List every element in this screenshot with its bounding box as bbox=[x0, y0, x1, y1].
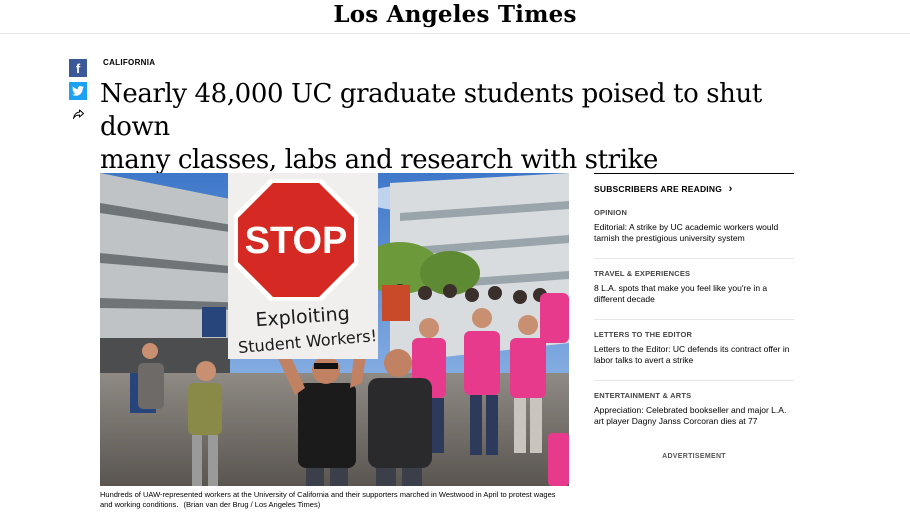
share-button[interactable] bbox=[69, 105, 87, 123]
rail-item: ENTERTAINMENT & ARTS Appreciation: Celeb… bbox=[594, 381, 794, 442]
section-label[interactable]: CALIFORNIA bbox=[103, 58, 155, 67]
rail-item: TRAVEL & EXPERIENCES 8 L.A. spots that m… bbox=[594, 259, 794, 320]
rail-item-category[interactable]: OPINION bbox=[594, 208, 794, 217]
twitter-icon bbox=[72, 86, 84, 96]
subscribers-reading-rail: SUBSCRIBERS ARE READING › OPINION Editor… bbox=[594, 173, 794, 442]
sign-stop-text: STOP bbox=[245, 220, 348, 262]
rail-item-category[interactable]: LETTERS TO THE EDITOR bbox=[594, 330, 794, 339]
rail-item-category[interactable]: TRAVEL & EXPERIENCES bbox=[594, 269, 794, 278]
share-arrow-icon bbox=[72, 109, 84, 119]
rail-item-title[interactable]: Letters to the Editor: UC defends its co… bbox=[594, 344, 794, 366]
rail-item-category[interactable]: ENTERTAINMENT & ARTS bbox=[594, 391, 794, 400]
site-logo[interactable]: Los Angeles Times bbox=[333, 1, 576, 28]
photo-caption: Hundreds of UAW-represented workers at t… bbox=[100, 490, 570, 510]
chevron-right-icon: › bbox=[728, 183, 733, 195]
masthead: Los Angeles Times bbox=[0, 0, 910, 34]
caption-text: Hundreds of UAW-represented workers at t… bbox=[100, 490, 556, 509]
article-photo[interactable]: STOP Exploiting Student Workers! bbox=[100, 173, 569, 486]
headline-line-2: many classes, labs and research with str… bbox=[100, 145, 658, 175]
article-headline: Nearly 48,000 UC graduate students poise… bbox=[100, 78, 800, 177]
photo-credit: (Brian van der Brug / Los Angeles Times) bbox=[183, 500, 321, 509]
facebook-icon: f bbox=[75, 60, 81, 76]
rail-item-title[interactable]: 8 L.A. spots that make you feel like you… bbox=[594, 283, 794, 305]
rail-header[interactable]: SUBSCRIBERS ARE READING › bbox=[594, 173, 794, 198]
rail-item: LETTERS TO THE EDITOR Letters to the Edi… bbox=[594, 320, 794, 381]
rail-item: OPINION Editorial: A strike by UC academ… bbox=[594, 198, 794, 259]
advertisement-label: ADVERTISEMENT bbox=[662, 453, 726, 460]
share-bar: f bbox=[69, 59, 87, 128]
headline-line-1: Nearly 48,000 UC graduate students poise… bbox=[100, 79, 762, 142]
rail-item-title[interactable]: Appreciation: Celebrated bookseller and … bbox=[594, 405, 794, 427]
facebook-share-button[interactable]: f bbox=[69, 59, 87, 77]
rail-item-title[interactable]: Editorial: A strike by UC academic worke… bbox=[594, 222, 794, 244]
twitter-share-button[interactable] bbox=[69, 82, 87, 100]
rail-header-text: SUBSCRIBERS ARE READING bbox=[594, 184, 723, 194]
